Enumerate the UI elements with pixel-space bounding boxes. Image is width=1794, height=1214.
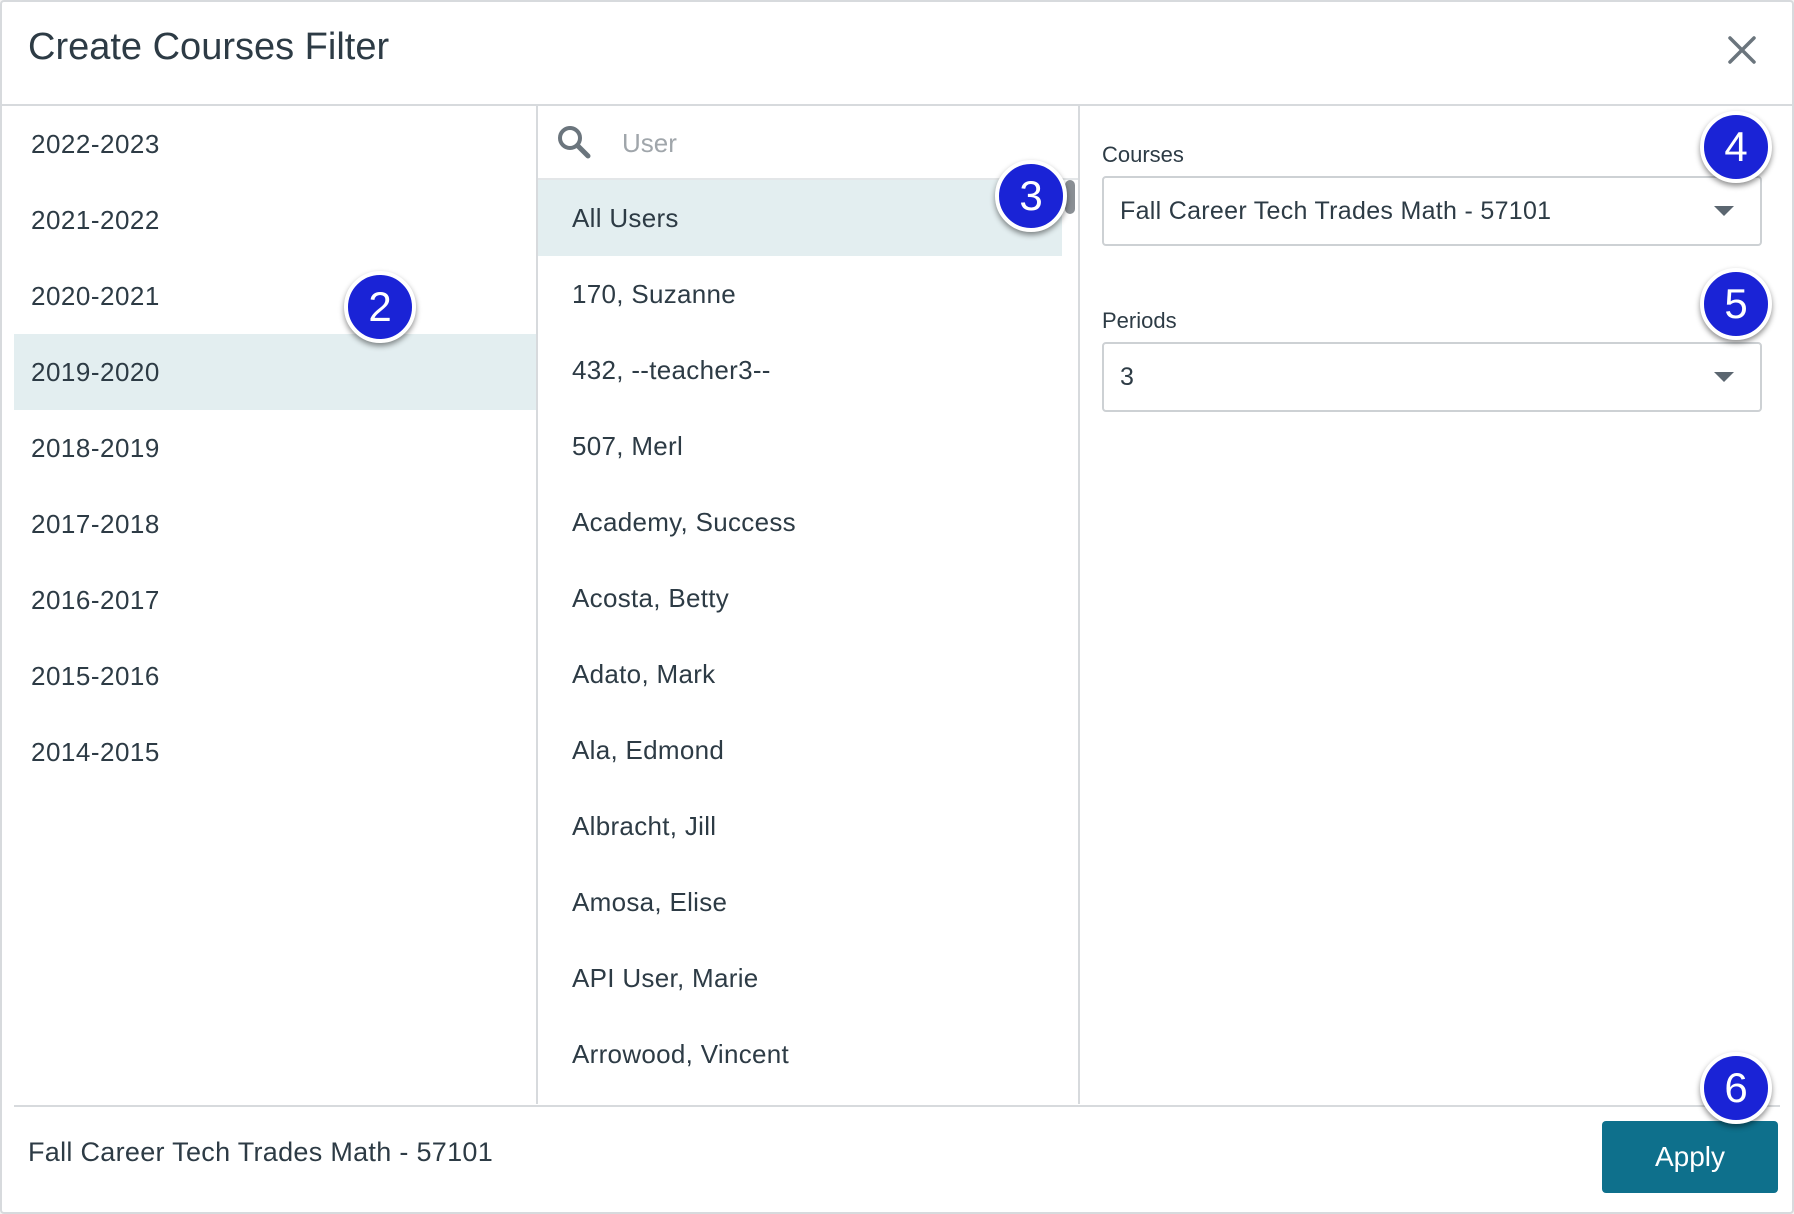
user-list: All Users 170, Suzanne 432, --teacher3--…	[538, 180, 1062, 1092]
user-search-bar	[538, 106, 1078, 180]
chevron-down-icon	[1714, 206, 1734, 216]
user-item[interactable]: 432, --teacher3--	[538, 332, 1062, 408]
year-item-2022-2023[interactable]: 2022-2023	[14, 106, 536, 182]
user-item[interactable]: API User, Marie	[538, 940, 1062, 1016]
callout-badge: 2	[344, 271, 416, 343]
year-item-2020-2021[interactable]: 2020-2021	[14, 258, 536, 334]
search-icon	[558, 126, 591, 159]
dialog-header: Create Courses Filter	[2, 2, 1792, 106]
year-item-2018-2019[interactable]: 2018-2019	[14, 410, 536, 486]
user-item[interactable]: Ala, Edmond	[538, 712, 1062, 788]
callout-badge: 4	[1700, 111, 1772, 183]
selected-course-summary: Fall Career Tech Trades Math - 57101	[28, 1137, 494, 1167]
user-item[interactable]: Acosta, Betty	[538, 560, 1062, 636]
close-button[interactable]	[1718, 26, 1766, 74]
chevron-down-icon	[1714, 372, 1734, 382]
periods-label: Periods	[1102, 308, 1177, 333]
year-item-2014-2015[interactable]: 2014-2015	[14, 714, 536, 790]
create-courses-filter-dialog: Create Courses Filter 2022-2023 2021-202…	[0, 0, 1794, 1214]
year-item-2021-2022[interactable]: 2021-2022	[14, 182, 536, 258]
user-item[interactable]: Amosa, Elise	[538, 864, 1062, 940]
user-item[interactable]: Academy, Success	[538, 484, 1062, 560]
year-item-2019-2020[interactable]: 2019-2020	[14, 334, 536, 410]
user-column: All Users 170, Suzanne 432, --teacher3--…	[538, 106, 1080, 1104]
school-year-list: 2022-2023 2021-2022 2020-2021 2019-2020 …	[14, 106, 538, 1104]
close-icon	[1728, 36, 1756, 64]
courses-select-value: Fall Career Tech Trades Math - 57101	[1120, 197, 1552, 225]
courses-select[interactable]: Fall Career Tech Trades Math - 57101	[1102, 176, 1762, 246]
user-item-all-users[interactable]: All Users	[538, 180, 1062, 256]
periods-select-value: 3	[1120, 363, 1135, 391]
user-item[interactable]: Arrowood, Vincent	[538, 1016, 1062, 1092]
user-item[interactable]: Adato, Mark	[538, 636, 1062, 712]
courses-label: Courses	[1102, 142, 1184, 167]
callout-badge: 5	[1700, 268, 1772, 340]
dialog-title: Create Courses Filter	[28, 26, 390, 68]
apply-button[interactable]: Apply	[1602, 1121, 1778, 1193]
year-item-2016-2017[interactable]: 2016-2017	[14, 562, 536, 638]
callout-badge: 3	[995, 160, 1067, 232]
user-item[interactable]: 507, Merl	[538, 408, 1062, 484]
user-search-input[interactable]	[620, 120, 1044, 166]
periods-select[interactable]: 3	[1102, 342, 1762, 412]
dialog-footer: Fall Career Tech Trades Math - 57101 App…	[14, 1105, 1780, 1214]
year-item-2017-2018[interactable]: 2017-2018	[14, 486, 536, 562]
user-item[interactable]: 170, Suzanne	[538, 256, 1062, 332]
filter-options-panel: Courses Fall Career Tech Trades Math - 5…	[1080, 106, 1780, 1104]
year-item-2015-2016[interactable]: 2015-2016	[14, 638, 536, 714]
user-item[interactable]: Albracht, Jill	[538, 788, 1062, 864]
callout-badge: 6	[1700, 1052, 1772, 1124]
